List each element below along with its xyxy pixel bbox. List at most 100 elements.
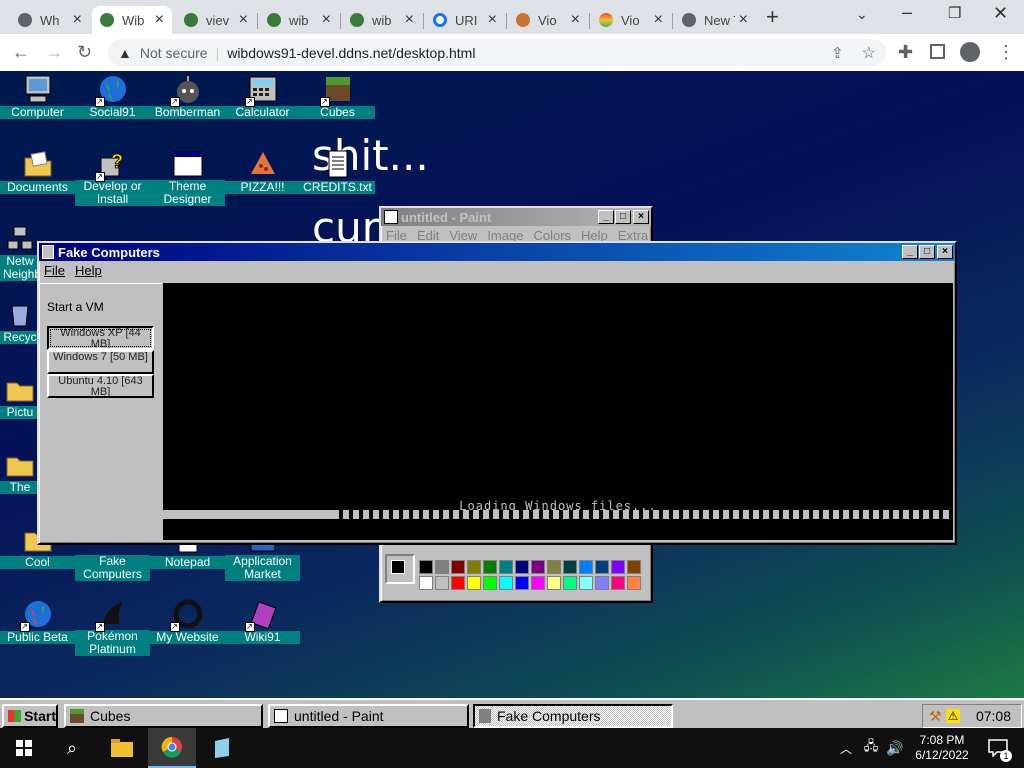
- desktop-icon-recycle[interactable]: Recyc: [0, 298, 40, 344]
- desktop-icon-cubes[interactable]: ↗ Cubes: [300, 73, 375, 119]
- desktop-icon-theme-designer[interactable]: Theme Designer: [150, 148, 225, 206]
- volume-icon[interactable]: 🔊: [884, 728, 906, 768]
- color-swatch[interactable]: [547, 560, 561, 574]
- menu-file[interactable]: File: [39, 263, 70, 278]
- vm-button-ubuntu[interactable]: Ubuntu 4.10 [643 MB]: [47, 374, 154, 398]
- taskbar-button-cubes[interactable]: Cubes: [64, 704, 263, 728]
- color-swatch[interactable]: [451, 576, 465, 590]
- new-tab-button[interactable]: +: [766, 4, 779, 30]
- minimize-browser-button[interactable]: –: [902, 2, 912, 23]
- side-panel-icon[interactable]: [930, 44, 945, 59]
- fake-computers-titlebar[interactable]: Fake Computers _ □ ×: [39, 243, 955, 261]
- color-swatch[interactable]: [563, 560, 577, 574]
- network-icon[interactable]: 🖧: [860, 728, 882, 768]
- tab-search-icon[interactable]: ⌄: [856, 6, 868, 23]
- color-swatch[interactable]: [611, 560, 625, 574]
- menu-dots-icon[interactable]: ⋮: [997, 43, 1015, 61]
- windows-start-icon[interactable]: [0, 728, 48, 768]
- start-button[interactable]: Start: [2, 704, 58, 728]
- color-swatch[interactable]: [579, 560, 593, 574]
- close-button[interactable]: ×: [937, 245, 953, 259]
- restore-browser-button[interactable]: ❐: [948, 4, 961, 22]
- tab-8[interactable]: New Tab×: [674, 6, 756, 34]
- menu-help[interactable]: Help: [70, 263, 107, 278]
- close-button[interactable]: ×: [633, 210, 649, 224]
- bookmark-star-icon[interactable]: ☆: [862, 43, 876, 63]
- search-icon[interactable]: ⌕: [48, 728, 96, 768]
- os-clock[interactable]: 7:08 PM 6/12/2022: [910, 728, 974, 768]
- tab-1[interactable]: Wib ×: [92, 6, 172, 34]
- desktop-icon-computer[interactable]: Computer: [0, 73, 75, 119]
- tab-4[interactable]: wib ×: [342, 6, 422, 34]
- color-swatch[interactable]: [435, 560, 449, 574]
- share-icon[interactable]: ⇪: [831, 44, 844, 62]
- close-browser-button[interactable]: ✕: [993, 3, 1008, 24]
- color-swatch[interactable]: [483, 560, 497, 574]
- desktop-icon-themes[interactable]: The: [0, 448, 40, 494]
- address-bar[interactable]: ▲ Not secure | wibdows91-devel.ddns.net/…: [108, 39, 886, 66]
- color-swatch[interactable]: [595, 560, 609, 574]
- maximize-button[interactable]: □: [615, 210, 631, 224]
- desktop-icon-network[interactable]: Netw Neighb: [0, 223, 41, 281]
- maximize-button[interactable]: □: [919, 245, 935, 259]
- desktop-icon-calculator[interactable]: ↗ Calculator: [225, 73, 300, 119]
- warning-icon[interactable]: ⚠: [945, 709, 961, 723]
- close-tab-icon[interactable]: ×: [322, 11, 331, 29]
- close-tab-icon[interactable]: ×: [739, 11, 748, 29]
- color-swatch[interactable]: [579, 576, 593, 590]
- back-icon[interactable]: ←: [12, 43, 30, 61]
- tab-6[interactable]: Vio ×: [508, 6, 588, 34]
- desktop-icon-credits[interactable]: CREDITS.txt: [300, 148, 375, 194]
- color-swatch[interactable]: [595, 576, 609, 590]
- tab-5[interactable]: URI ×: [425, 6, 505, 34]
- vm-button-windows-xp[interactable]: Windows XP [44 MB]: [47, 326, 154, 350]
- close-tab-icon[interactable]: ×: [73, 11, 82, 29]
- close-tab-icon[interactable]: ×: [571, 11, 580, 29]
- close-tab-icon[interactable]: ×: [239, 11, 248, 29]
- profile-avatar-icon[interactable]: [960, 42, 980, 62]
- tab-3[interactable]: wib ×: [259, 6, 339, 34]
- desktop-icon-documents[interactable]: Documents: [0, 148, 75, 194]
- tab-2[interactable]: viev ×: [176, 6, 256, 34]
- app-icon[interactable]: [198, 728, 246, 768]
- color-swatch[interactable]: [419, 576, 433, 590]
- color-swatch[interactable]: [515, 576, 529, 590]
- desktop-icon-wiki91[interactable]: ↗ Wiki91: [225, 598, 300, 644]
- tray-chevron-icon[interactable]: ︿: [836, 728, 856, 768]
- hammer-icon[interactable]: ⚒: [929, 708, 942, 725]
- reload-icon[interactable]: ↻: [77, 43, 92, 61]
- close-tab-icon[interactable]: ×: [155, 11, 164, 29]
- color-swatch[interactable]: [499, 576, 513, 590]
- close-tab-icon[interactable]: ×: [654, 11, 663, 29]
- color-swatch[interactable]: [467, 560, 481, 574]
- desktop-icon-develop[interactable]: ? ↗ Develop or Install: [75, 148, 150, 206]
- color-swatch[interactable]: [515, 560, 529, 574]
- vm-screen[interactable]: Loading Windows files...: [163, 283, 953, 540]
- desktop-icon-my-website[interactable]: ↗ My Website: [150, 598, 225, 644]
- color-swatch[interactable]: [467, 576, 481, 590]
- desktop-icon-bomberman[interactable]: ↗ Bomberman: [150, 73, 225, 119]
- tab-7[interactable]: Vio ×: [591, 6, 671, 34]
- desktop-icon-pokemon[interactable]: ↗ Pokémon Platinum: [75, 598, 150, 656]
- color-swatch[interactable]: [451, 560, 465, 574]
- desktop-icon-pizza[interactable]: PIZZA!!!: [225, 148, 300, 194]
- current-color-box[interactable]: [385, 554, 415, 584]
- forward-icon[interactable]: →: [45, 43, 63, 61]
- minimize-button[interactable]: _: [598, 210, 614, 224]
- fake-computers-window[interactable]: Fake Computers _ □ × File Help Start a V…: [37, 241, 957, 545]
- desktop-icon-pictures[interactable]: Pictu: [0, 373, 40, 419]
- vm-button-windows-7[interactable]: Windows 7 [50 MB]: [47, 350, 154, 374]
- taskbar-button-fake-computers[interactable]: Fake Computers: [473, 704, 673, 728]
- color-swatch[interactable]: [499, 560, 513, 574]
- taskbar-button-paint[interactable]: untitled - Paint: [268, 704, 469, 728]
- minimize-button[interactable]: _: [902, 245, 918, 259]
- color-swatch[interactable]: [435, 576, 449, 590]
- color-swatch[interactable]: [547, 576, 561, 590]
- notification-icon[interactable]: 1: [980, 728, 1016, 768]
- chrome-app-icon[interactable]: [148, 728, 196, 768]
- extensions-icon[interactable]: ✚: [898, 43, 913, 61]
- tab-0[interactable]: Wh ×: [10, 6, 90, 34]
- color-swatch[interactable]: [531, 560, 545, 574]
- close-tab-icon[interactable]: ×: [405, 11, 414, 29]
- desktop-icon-social91[interactable]: ↗ Social91: [75, 73, 150, 119]
